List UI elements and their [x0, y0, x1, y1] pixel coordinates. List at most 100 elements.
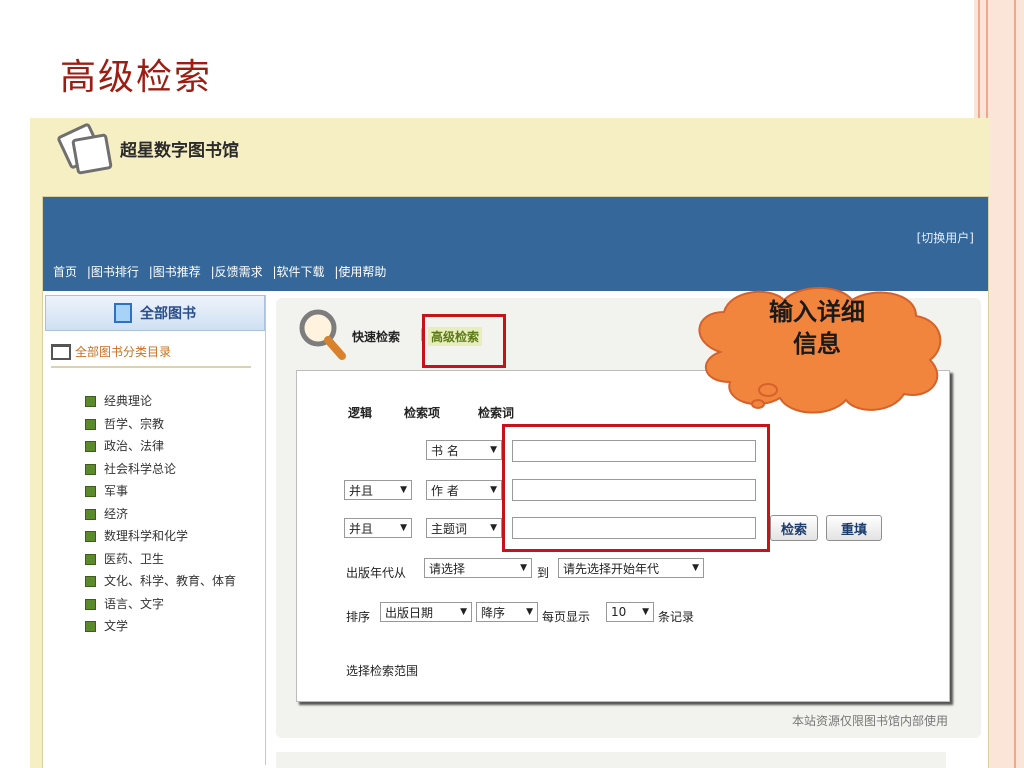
nav-links: 首页 |图书排行 |图书推荐 |反馈需求 |软件下载 |使用帮助	[53, 263, 392, 280]
sidebar-item-math-chemistry[interactable]: 数理科学和化学	[85, 525, 255, 548]
category-bullet-icon	[85, 553, 96, 565]
category-bullet-icon	[85, 486, 96, 497]
dropdown-arrow-icon: ▼	[490, 523, 497, 533]
logic-select-2[interactable]: 并且 ▼	[344, 480, 412, 500]
field-select-3[interactable]: 主题词 ▼	[426, 518, 502, 538]
term-header: 检索词	[478, 406, 515, 420]
field-select-value: 主题词	[431, 521, 468, 536]
sidebar-item-label: 哲学、宗教	[104, 416, 165, 431]
dropdown-arrow-icon: ▼	[490, 485, 497, 495]
field-header: 检索项	[404, 406, 441, 420]
dropdown-arrow-icon: ▼	[400, 485, 407, 495]
reset-button[interactable]: 重填	[826, 515, 882, 541]
tab-separator: |	[420, 327, 425, 341]
sort-order-value: 降序	[481, 605, 506, 620]
sidebar-item-language[interactable]: 语言、文字	[85, 593, 255, 616]
category-bullet-icon	[85, 441, 96, 452]
sidebar-header[interactable]: 全部图书	[45, 295, 265, 331]
page-size-select[interactable]: 10 ▼	[606, 602, 654, 622]
term-input-2[interactable]	[512, 479, 756, 501]
term-input-1[interactable]	[512, 440, 756, 462]
page-size-value: 10	[611, 605, 627, 619]
field-select-value: 作 者	[431, 483, 459, 498]
sidebar-item-military[interactable]: 军事	[85, 480, 255, 503]
dropdown-arrow-icon: ▼	[642, 607, 649, 617]
slide-title: 高级检索	[60, 57, 213, 98]
dropdown-arrow-icon: ▼	[490, 445, 497, 455]
year-from-select[interactable]: 请选择 ▼	[424, 558, 532, 578]
nav-item-recommend[interactable]: |图书推荐	[149, 265, 201, 279]
category-directory-link[interactable]: 全部图书分类目录	[51, 343, 251, 368]
nav-item-help[interactable]: |使用帮助	[334, 265, 386, 279]
search-button[interactable]: 检索	[770, 515, 818, 541]
search-scope-link[interactable]: 选择检索范围	[346, 662, 418, 679]
folder-icon	[51, 343, 71, 360]
sidebar-item-label: 军事	[104, 484, 129, 498]
sort-field-value: 出版日期	[385, 605, 434, 620]
sidebar-item-label: 数理科学和化学	[104, 529, 189, 543]
logic-select-3[interactable]: 并且 ▼	[344, 518, 412, 538]
category-directory-label: 全部图书分类目录	[75, 345, 172, 359]
nav-item-home[interactable]: 首页	[53, 265, 77, 279]
sort-label: 排序	[346, 610, 371, 624]
dropdown-arrow-icon: ▼	[400, 523, 407, 533]
category-bullet-icon	[85, 531, 96, 542]
dropdown-arrow-icon: ▼	[460, 607, 467, 617]
library-logo-icon	[56, 122, 113, 175]
sidebar-item-label: 文学	[104, 619, 129, 633]
field-select-value: 书 名	[431, 443, 459, 458]
year-to-label: 到	[537, 566, 550, 580]
tab-advanced-search[interactable]: 高级检索	[428, 327, 483, 346]
sort-order-select[interactable]: 降序 ▼	[476, 602, 538, 622]
year-to-select[interactable]: 请先选择开始年代 ▼	[558, 558, 704, 578]
category-sidebar: 全部图书 全部图书分类目录 经典理论 哲学、宗教 政治、法律 社会科学总论 军事…	[45, 295, 266, 765]
switch-user-link[interactable]: [切换用户]	[917, 229, 974, 246]
nav-item-download[interactable]: |软件下载	[272, 265, 324, 279]
callout-text: 输入详细 信息	[702, 296, 932, 360]
sidebar-item-classic-theory[interactable]: 经典理论	[85, 390, 255, 413]
sidebar-item-label: 社会科学总论	[104, 461, 177, 476]
callout-line-1: 输入详细	[769, 298, 865, 326]
page-size-label: 每页显示	[542, 610, 591, 624]
year-to-value: 请先选择开始年代	[563, 561, 660, 576]
dropdown-arrow-icon: ▼	[526, 607, 533, 617]
category-bullet-icon	[85, 598, 96, 610]
logic-header: 逻辑	[348, 406, 373, 420]
callout-line-2: 信息	[793, 330, 841, 358]
field-select-2[interactable]: 作 者 ▼	[426, 480, 502, 500]
year-label: 出版年代从	[346, 566, 407, 580]
magnifier-icon	[299, 309, 346, 360]
sidebar-item-social-science[interactable]: 社会科学总论	[85, 458, 255, 481]
sidebar-item-culture-education[interactable]: 文化、科学、教育、体育	[85, 570, 255, 593]
app-title: 超星数字图书馆	[120, 140, 239, 161]
app-logo-area: 超星数字图书馆	[56, 122, 239, 175]
sidebar-item-label: 经典理论	[104, 394, 153, 408]
sidebar-item-literature[interactable]: 文学	[85, 615, 255, 638]
category-bullet-icon	[85, 396, 96, 407]
top-nav-bar: [切换用户] 首页 |图书排行 |图书推荐 |反馈需求 |软件下载 |使用帮助	[43, 197, 988, 291]
sidebar-item-economy[interactable]: 经济	[85, 503, 255, 526]
nav-item-ranking[interactable]: |图书排行	[87, 265, 139, 279]
logic-select-value: 并且	[349, 521, 374, 536]
sidebar-item-philosophy[interactable]: 哲学、宗教	[85, 413, 255, 436]
nav-item-feedback[interactable]: |反馈需求	[211, 265, 263, 279]
lower-panel	[276, 752, 946, 768]
dropdown-arrow-icon: ▼	[520, 563, 527, 573]
field-select-1[interactable]: 书 名 ▼	[426, 440, 502, 460]
category-list: 经典理论 哲学、宗教 政治、法律 社会科学总论 军事 经济 数理科学和化学 医药…	[85, 390, 255, 638]
sort-field-select[interactable]: 出版日期 ▼	[380, 602, 472, 622]
term-input-3[interactable]	[512, 517, 756, 539]
dropdown-arrow-icon: ▼	[692, 563, 699, 573]
sidebar-item-label: 语言、文字	[104, 596, 165, 611]
sidebar-item-politics[interactable]: 政治、法律	[85, 435, 255, 458]
sidebar-header-label: 全部图书	[140, 306, 196, 322]
year-from-value: 请选择	[429, 561, 466, 576]
sidebar-item-medicine[interactable]: 医药、卫生	[85, 548, 255, 571]
logic-select-value: 并且	[349, 483, 374, 498]
tab-quick-search[interactable]: 快速检索	[352, 328, 400, 345]
page-size-suffix: 条记录	[658, 610, 695, 624]
sidebar-item-label: 经济	[104, 506, 129, 521]
sidebar-item-label: 医药、卫生	[104, 551, 165, 566]
category-bullet-icon	[85, 576, 96, 587]
footer-note: 本站资源仅限图书馆内部使用	[791, 714, 948, 728]
